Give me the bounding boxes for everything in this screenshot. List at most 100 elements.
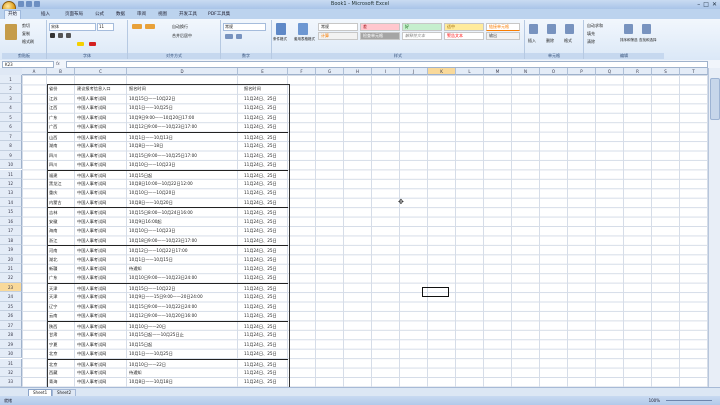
row-header-22[interactable]: 22 [0,273,22,283]
cut-button[interactable]: 剪切 [22,23,30,29]
row-header-25[interactable]: 25 [0,301,22,312]
column-header-t[interactable]: T [680,68,708,75]
row-header-2[interactable]: 2 [0,84,22,94]
font-size-select[interactable]: 11 [97,23,114,31]
bold-icon[interactable] [50,33,55,38]
column-header-q[interactable]: Q [596,68,624,75]
paste-icon[interactable] [5,24,17,40]
column-header-e[interactable]: E [238,68,288,75]
fill-color-icon[interactable] [77,42,84,46]
row-header-12[interactable]: 12 [0,178,22,189]
row-header-13[interactable]: 13 [0,188,22,198]
column-header-j[interactable]: J [400,68,428,75]
copy-button[interactable]: 复制 [22,31,30,37]
style-output[interactable]: 输出 [486,32,520,40]
name-box[interactable]: K23 [2,61,54,68]
font-color-icon[interactable] [89,42,96,46]
active-cell[interactable] [422,287,449,297]
style-bad[interactable]: 差 [360,23,400,31]
row-header-10[interactable]: 10 [0,160,22,170]
delete-button[interactable]: 删除 [546,38,554,44]
autosum-button[interactable]: 自动求和 [587,23,603,29]
tab-formulas[interactable]: 公式 [92,11,107,17]
row-header-3[interactable]: 3 [0,93,22,104]
style-check-cell[interactable]: 检查单元格 [360,32,400,40]
underline-icon[interactable] [66,33,71,38]
style-neutral[interactable]: 适中 [444,23,484,31]
number-format-select[interactable]: 常规 [223,23,266,31]
currency-icon[interactable] [225,34,233,39]
row-header-32[interactable]: 32 [0,367,22,378]
format-as-table-icon[interactable] [298,23,308,35]
delete-cells-icon[interactable] [547,24,556,34]
row-header-30[interactable]: 30 [0,349,22,359]
sort-filter-button[interactable]: 排序和筛选 [620,38,638,43]
clear-button[interactable]: 清除 [587,39,595,45]
row-header-9[interactable]: 9 [0,150,22,161]
row-header-29[interactable]: 29 [0,339,22,350]
tab-insert[interactable]: 插入 [38,11,53,17]
column-header-n[interactable]: N [512,68,540,75]
row-header-19[interactable]: 19 [0,245,22,255]
insert-button[interactable]: 插入 [528,38,536,44]
row-header-20[interactable]: 20 [0,254,22,264]
format-painter-button[interactable]: 格式刷 [22,39,34,45]
column-header-r[interactable]: R [624,68,652,75]
row-header-24[interactable]: 24 [0,292,22,302]
format-as-table-button[interactable]: 套用表格格式 [294,37,318,42]
row-header-7[interactable]: 7 [0,131,22,142]
conditional-format-icon[interactable] [276,23,286,35]
conditional-format-button[interactable]: 条件格式 [273,37,293,42]
fx-icon[interactable]: fx [56,61,60,66]
column-header-o[interactable]: O [540,68,568,75]
row-header-21[interactable]: 21 [0,264,22,274]
column-header-i[interactable]: I [372,68,400,75]
style-calculation[interactable]: 计算 [318,32,358,40]
row-header-16[interactable]: 16 [0,216,22,227]
style-warning[interactable]: 警告文本 [444,32,484,40]
percent-icon[interactable] [236,34,242,39]
scroll-thumb[interactable] [710,78,720,120]
column-header-k[interactable]: K [428,68,456,75]
row-header-18[interactable]: 18 [0,235,22,246]
row-header-8[interactable]: 8 [0,141,22,151]
row-header-26[interactable]: 26 [0,311,22,321]
style-linked-cell[interactable]: 链接单元格 [486,23,520,31]
italic-icon[interactable] [58,33,63,38]
fill-button[interactable]: 填充 [587,31,595,37]
sort-filter-icon[interactable] [624,24,633,34]
row-header-27[interactable]: 27 [0,320,22,331]
column-header-a[interactable]: A [22,68,47,75]
style-good[interactable]: 好 [402,23,442,31]
row-header-6[interactable]: 6 [0,122,22,132]
style-normal[interactable]: 常规 [318,23,358,31]
format-button[interactable]: 格式 [564,38,572,44]
find-select-button[interactable]: 查找和选择 [639,38,657,43]
column-header-f[interactable]: F [288,68,316,75]
column-header-g[interactable]: G [316,68,344,75]
tab-data[interactable]: 数据 [113,11,128,17]
column-header-l[interactable]: L [456,68,484,75]
tab-pdf-tools[interactable]: PDF工具集 [205,11,233,17]
style-explanatory[interactable]: 解释性文本 [402,32,442,40]
column-header-d[interactable]: D [127,68,238,75]
row-header-1[interactable]: 1 [0,75,22,85]
align-top-icon[interactable] [132,24,142,29]
row-header-15[interactable]: 15 [0,207,22,217]
formula-input[interactable] [66,61,708,68]
tab-page-layout[interactable]: 页面布局 [62,11,86,17]
align-middle-icon[interactable] [145,24,155,29]
merge-center-button[interactable]: 合并后居中 [172,33,192,39]
row-header-4[interactable]: 4 [0,103,22,113]
column-header-b[interactable]: B [47,68,75,75]
row-header-5[interactable]: 5 [0,112,22,123]
find-select-icon[interactable] [642,24,651,34]
close-icon[interactable]: ✕ [712,1,717,8]
tab-review[interactable]: 审阅 [134,11,149,17]
column-header-s[interactable]: S [652,68,680,75]
insert-cells-icon[interactable] [529,24,538,34]
column-header-m[interactable]: M [484,68,512,75]
column-header-p[interactable]: P [568,68,596,75]
zoom-slider[interactable] [666,400,712,401]
row-header-33[interactable]: 33 [0,377,22,387]
